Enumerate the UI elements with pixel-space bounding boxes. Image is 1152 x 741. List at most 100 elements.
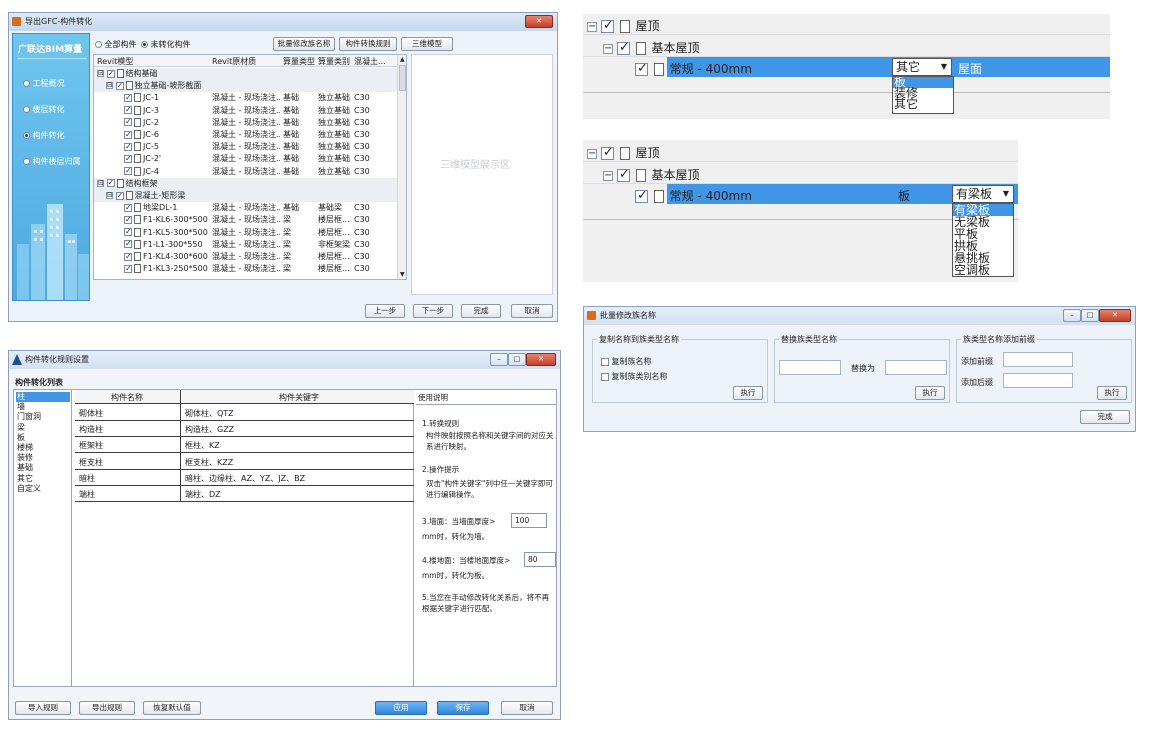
checkbox-checked-icon[interactable] — [124, 238, 132, 250]
tree-node[interactable]: JC-5 — [115, 141, 159, 153]
table-row[interactable]: ⊟ 结构基础 — [94, 68, 397, 80]
collapse-toggle-icon[interactable]: − — [587, 148, 597, 159]
cancel-button[interactable]: 取消 — [501, 701, 553, 715]
find-text-input[interactable] — [779, 360, 841, 375]
table-row[interactable]: F1-KL4-300*600 混凝土 - 现场浇注...梁 楼层框... C30 — [94, 251, 397, 263]
table-row[interactable]: F1-KL6-300*500 混凝土 - 现场浇注...梁 楼层框... C30 — [94, 214, 397, 226]
table-row[interactable]: 构造柱 构造柱、GZZ — [75, 421, 414, 438]
category-item[interactable]: 门窗洞 — [16, 412, 70, 422]
execute-button[interactable]: 执行 — [1097, 386, 1127, 400]
table-row[interactable]: ⊟ 独立基础-坡形截面 — [94, 80, 397, 93]
checkbox-checked-icon[interactable] — [115, 190, 124, 202]
category-item[interactable]: 墙 — [16, 402, 70, 412]
execute-button[interactable]: 执行 — [733, 386, 763, 400]
tree-row-basic-roof[interactable]: − 基本屋顶 — [603, 166, 700, 183]
tree-node[interactable]: F1-KL6-300*500 — [115, 214, 208, 226]
vertical-scrollbar[interactable]: ▲ ▼ — [397, 55, 406, 279]
checkbox-checked-icon[interactable] — [600, 18, 614, 33]
floor-thickness-input[interactable]: 80 — [524, 552, 556, 567]
collapse-toggle-icon[interactable]: − — [587, 21, 597, 32]
tree-node[interactable]: F1-KL3-250*500 — [115, 263, 208, 275]
component-keywords-cell[interactable]: 砌体柱、QTZ — [185, 408, 234, 419]
checkbox-checked-icon[interactable] — [124, 129, 132, 141]
collapse-toggle-icon[interactable]: − — [603, 43, 613, 54]
checkbox-checked-icon[interactable] — [616, 167, 630, 182]
component-keywords-cell[interactable]: 框柱、KZ — [185, 440, 220, 451]
dropdown-options-list[interactable]: 有梁板 无梁板 平板 拱板 悬挑板 空调板 — [952, 203, 1014, 277]
table-row[interactable]: 暗柱 暗柱、边缘柱、AZ、YZ、JZ、BZ — [75, 470, 414, 486]
table-row[interactable]: JC-1 混凝土 - 现场浇注...基础 独立基础 C30 — [94, 92, 397, 104]
tree-node[interactable]: JC-2' — [115, 153, 161, 165]
table-row[interactable]: 端柱 端柱、DZ — [75, 486, 414, 502]
next-step-button[interactable]: 下一步 — [413, 304, 453, 318]
execute-button[interactable]: 执行 — [915, 386, 945, 400]
export-rules-button[interactable]: 导出规则 — [79, 701, 135, 715]
prev-step-button[interactable]: 上一步 — [365, 304, 405, 318]
checkbox-checked-icon[interactable] — [124, 263, 132, 275]
component-keywords-cell[interactable]: 暗柱、边缘柱、AZ、YZ、JZ、BZ — [185, 473, 305, 484]
collapse-toggle-icon[interactable]: ⊟ — [97, 70, 104, 77]
category-item[interactable]: 基础 — [16, 463, 70, 473]
component-keywords-cell[interactable]: 框支柱、KZZ — [185, 457, 233, 468]
category-item[interactable]: 自定义 — [16, 484, 70, 494]
nav-item-component-floor[interactable]: 构件楼层归属 — [23, 156, 81, 167]
checkbox-checked-icon[interactable] — [600, 145, 614, 160]
table-row[interactable]: ⊟ 混凝土-矩形梁 — [94, 190, 397, 202]
tree-row-basic-roof[interactable]: − 基本屋顶 — [603, 39, 700, 56]
checkbox-checked-icon[interactable] — [124, 226, 132, 238]
table-row[interactable]: JC-6 混凝土 - 现场浇注...基础 独立基础 C30 — [94, 129, 397, 141]
collapse-toggle-icon[interactable]: ⊟ — [97, 179, 104, 187]
checkbox-checked-icon[interactable] — [124, 251, 132, 263]
tree-node[interactable]: ⊟ 结构基础 — [97, 68, 158, 80]
filter-all[interactable]: 全部构件 — [95, 39, 137, 50]
done-button[interactable]: 完成 — [1080, 410, 1130, 424]
table-row[interactable]: ⊟ 结构框架 — [94, 177, 397, 190]
maximize-button[interactable]: □ — [1081, 309, 1099, 322]
checkbox-checked-icon[interactable] — [124, 104, 132, 116]
checkbox-checked-icon[interactable] — [124, 214, 132, 226]
checkbox-checked-icon[interactable] — [635, 61, 648, 76]
table-row[interactable]: JC-3 混凝土 - 现场浇注...基础 独立基础 C30 — [94, 104, 397, 117]
table-row[interactable]: F1-KL3-250*500 混凝土 - 现场浇注...梁 楼层框... C30 — [94, 263, 397, 275]
checkbox-checked-icon[interactable] — [124, 202, 132, 214]
table-row[interactable]: JC-5 混凝土 - 现场浇注...基础 独立基础 C30 — [94, 141, 397, 153]
nav-item-floors[interactable]: 楼层转化 — [23, 104, 65, 115]
minimize-button[interactable]: – — [1063, 309, 1081, 322]
close-button[interactable]: ✕ — [525, 15, 553, 28]
scroll-thumb[interactable] — [399, 65, 406, 91]
tree-node[interactable]: ⊟ 独立基础-坡形截面 — [106, 80, 201, 92]
wall-thickness-input[interactable]: 100 — [511, 513, 547, 528]
tree-node[interactable]: JC-4 — [115, 165, 159, 178]
checkbox-checked-icon[interactable] — [106, 68, 115, 80]
table-row[interactable]: 砌体柱 砌体柱、QTZ — [75, 405, 414, 421]
suffix-input[interactable] — [1003, 373, 1073, 388]
tree-row-roof[interactable]: − 屋顶 — [587, 144, 660, 161]
tree-row-generic-400[interactable]: 常规 - 400mm — [635, 187, 752, 204]
dropdown-option[interactable]: 其它 — [893, 98, 953, 110]
tree-node[interactable]: JC-1 — [115, 92, 159, 104]
category-item[interactable]: 板 — [16, 433, 70, 443]
nav-item-overview[interactable]: 工程概况 — [23, 78, 65, 89]
table-row[interactable]: F1-KL5-300*500 混凝土 - 现场浇注...梁 楼层框... C30 — [94, 226, 397, 239]
tree-node[interactable]: ⊟ 结构框架 — [97, 177, 158, 190]
save-button[interactable]: 保存 — [437, 701, 489, 715]
category-item[interactable]: 柱 — [16, 392, 70, 402]
category-item[interactable]: 其它 — [16, 474, 70, 484]
collapse-toggle-icon[interactable]: − — [603, 170, 613, 181]
checkbox-checked-icon[interactable] — [106, 177, 115, 189]
tree-node[interactable]: ⊟ 混凝土-矩形梁 — [106, 190, 185, 202]
tree-node[interactable]: F1-KL4-300*600 — [115, 251, 208, 263]
copy-category-name-option[interactable]: 复制族类别名称 — [601, 371, 668, 382]
checkbox-checked-icon[interactable] — [635, 188, 648, 203]
type-dropdown[interactable]: 其它 ▼ — [892, 58, 952, 76]
tree-node[interactable]: JC-2 — [115, 116, 159, 129]
dropdown-option[interactable]: 空调板 — [953, 264, 1013, 276]
cancel-button[interactable]: 取消 — [511, 304, 553, 318]
tree-node[interactable]: F1-L1-300*550 — [115, 238, 203, 251]
category-dropdown[interactable]: 有梁板 ▼ — [952, 185, 1014, 203]
batch-rename-button[interactable]: 批量修改族名称 — [273, 37, 335, 51]
component-keywords-cell[interactable]: 构造柱、GZZ — [185, 424, 234, 435]
minimize-button[interactable]: – — [490, 353, 508, 366]
import-rules-button[interactable]: 导入规则 — [15, 701, 71, 715]
scroll-up-arrow-icon[interactable]: ▲ — [400, 56, 405, 63]
